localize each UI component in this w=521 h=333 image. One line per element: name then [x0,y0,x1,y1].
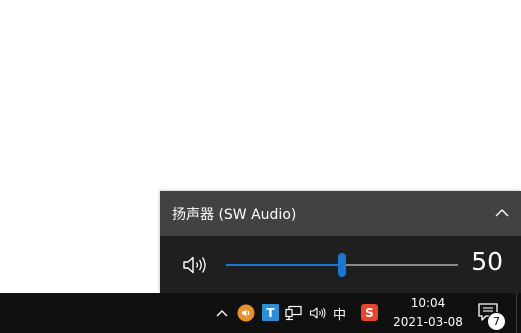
show-desktop-button[interactable] [516,293,521,333]
clock[interactable]: 10:04 2021-03-08 [390,293,466,333]
ime-mode[interactable]: 中 [333,304,346,323]
device-name: 扬声器 (SW Audio) [172,207,297,223]
t-app-letter: T [266,306,275,320]
notification-count-badge: 7 [487,312,506,331]
speaker-icon[interactable] [182,254,208,276]
show-hidden-icons-chevron[interactable] [214,307,230,319]
t-app-icon[interactable]: T [262,304,279,321]
clock-date: 2021-03-08 [393,315,463,329]
volume-flyout: 扬声器 (SW Audio) 50 [160,191,521,293]
slider-fill [226,264,342,266]
clock-time: 10:04 [410,296,446,310]
chevron-up-icon[interactable] [494,207,510,219]
sogou-letter: S [365,306,374,320]
volume-slider[interactable] [226,253,458,277]
slider-thumb[interactable] [338,253,346,277]
taskbar: T 中 S 10:04 2021-03-08 7 [0,293,521,333]
volume-icon[interactable] [309,305,327,321]
network-icon[interactable] [285,305,303,321]
action-center-button[interactable]: 7 [474,299,506,331]
speaker-app-icon[interactable] [237,304,255,322]
volume-value: 50 [471,247,503,276]
device-selector[interactable]: 扬声器 (SW Audio) [160,191,521,236]
sogou-ime-icon[interactable]: S [361,304,378,321]
